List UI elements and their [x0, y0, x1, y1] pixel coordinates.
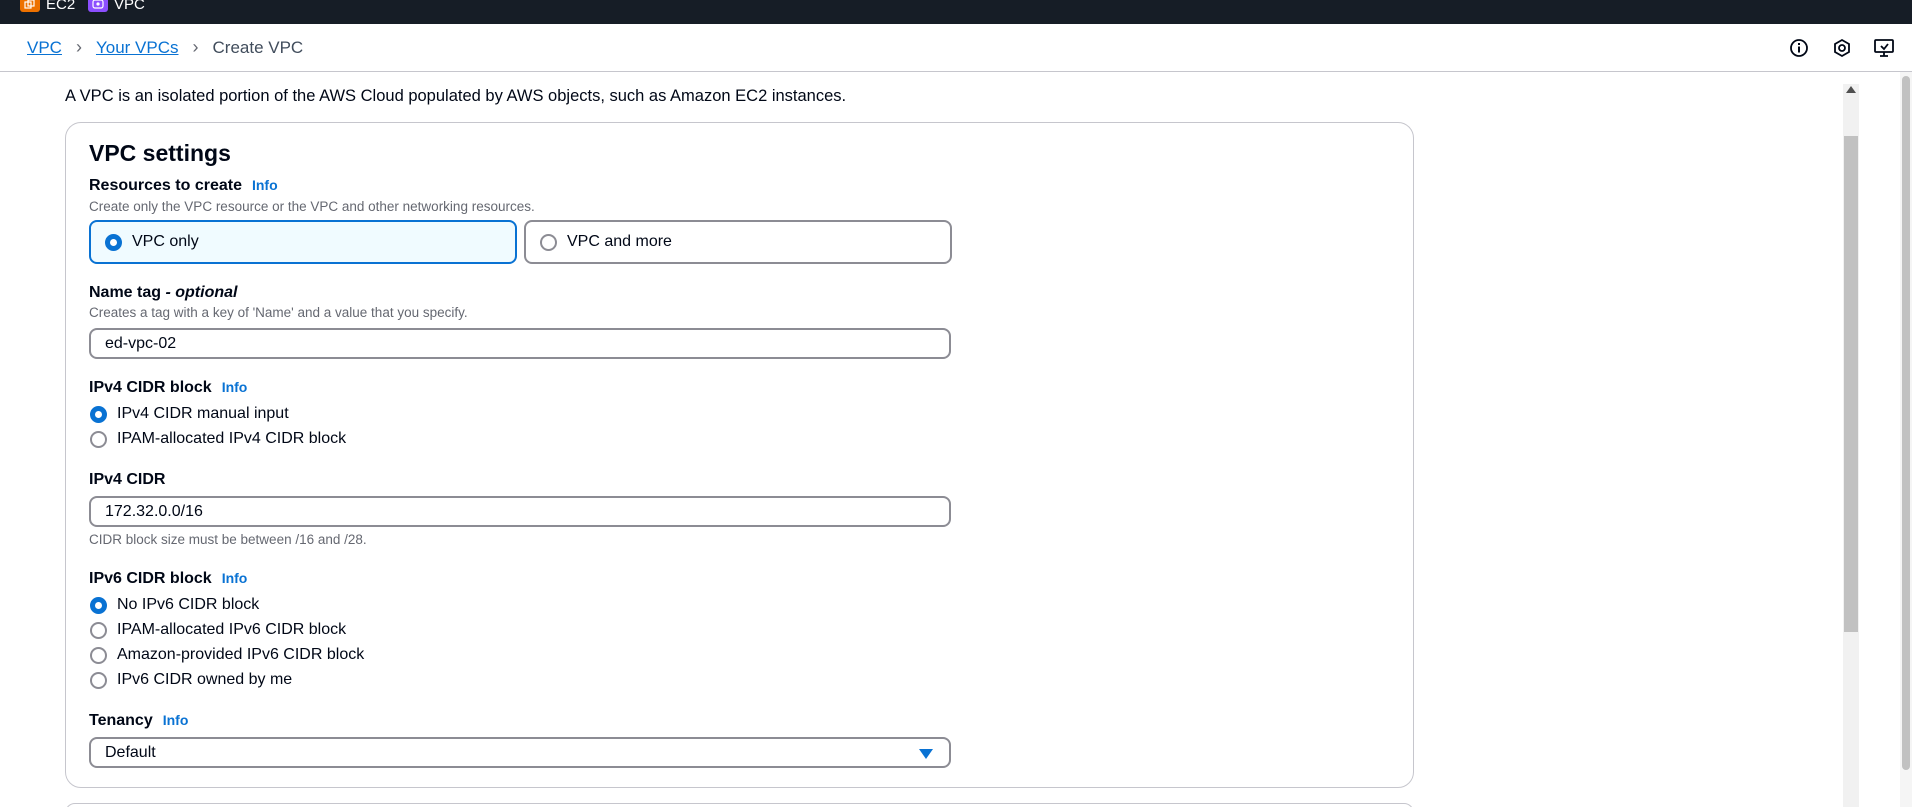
tenancy-select[interactable]: Default — [89, 737, 951, 768]
ipv4-block-info-link[interactable]: Info — [222, 379, 248, 395]
vpc-settings-heading: VPC settings — [89, 140, 231, 166]
ipv6-block-info-link[interactable]: Info — [222, 570, 248, 586]
name-tag-optional: - optional — [165, 284, 238, 301]
breadcrumb-vpc-link[interactable]: VPC — [27, 38, 62, 58]
ipv4-cidr-hint: CIDR block size must be between /16 and … — [89, 532, 367, 547]
tile-vpc-only[interactable]: VPC only — [89, 220, 517, 264]
tile-vpc-and-more[interactable]: VPC and more — [524, 220, 952, 264]
option-ipam-ipv4[interactable]: IPAM-allocated IPv4 CIDR block — [90, 430, 346, 448]
breadcrumb-your-vpcs-link[interactable]: Your VPCs — [96, 38, 179, 58]
ipv4-cidr-input[interactable]: 172.32.0.0/16 — [89, 496, 951, 527]
resources-info-link[interactable]: Info — [252, 177, 278, 193]
option-amazon-ipv6-label: Amazon-provided IPv6 CIDR block — [117, 646, 365, 663]
tile-vpc-and-more-label: VPC and more — [567, 233, 672, 250]
scroll-up-arrow-icon[interactable] — [1846, 86, 1856, 93]
favorite-ec2[interactable]: EC2 — [20, 0, 75, 14]
radio-ipv6-owned[interactable] — [90, 671, 107, 689]
option-ipv4-manual[interactable]: IPv4 CIDR manual input — [90, 405, 289, 423]
caret-down-icon — [919, 749, 933, 759]
name-tag-description: Creates a tag with a key of 'Name' and a… — [89, 305, 468, 320]
settings-hexagon-icon[interactable] — [1830, 36, 1854, 60]
info-icon[interactable] — [1787, 36, 1811, 60]
radio-ipv4-manual[interactable] — [90, 405, 107, 423]
content-scrollbar-thumb[interactable] — [1844, 136, 1858, 632]
chevron-right-icon: › — [75, 37, 82, 57]
resources-to-create-label: Resources to create Info — [89, 177, 278, 195]
option-ipam-ipv6-label: IPAM-allocated IPv6 CIDR block — [117, 621, 347, 638]
radio-amazon-ipv6[interactable] — [90, 646, 107, 664]
breadcrumb-current: Create VPC — [212, 37, 304, 57]
chevron-right-icon: › — [192, 37, 199, 57]
tenancy-label-text: Tenancy — [89, 712, 153, 729]
vpc-service-icon — [88, 0, 108, 12]
tutorial-panel-icon[interactable] — [1872, 36, 1896, 60]
radio-no-ipv6[interactable] — [90, 596, 107, 614]
option-ipam-ipv6[interactable]: IPAM-allocated IPv6 CIDR block — [90, 621, 346, 639]
name-tag-label: Name tag - optional — [89, 284, 237, 302]
top-navigation-bar: EC2 VPC — [0, 0, 1912, 24]
favorite-vpc[interactable]: VPC — [88, 0, 145, 14]
option-no-ipv6[interactable]: No IPv6 CIDR block — [90, 596, 259, 614]
ipv4-block-label-text: IPv4 CIDR block — [89, 379, 212, 396]
radio-vpc-only[interactable] — [105, 233, 122, 251]
resources-label-text: Resources to create — [89, 177, 242, 194]
page-scrollbar-thumb[interactable] — [1902, 76, 1910, 770]
resources-description: Create only the VPC resource or the VPC … — [89, 199, 535, 214]
favorite-vpc-label: VPC — [114, 0, 145, 13]
page-scrollbar[interactable] — [1900, 72, 1912, 807]
option-ipv4-manual-label: IPv4 CIDR manual input — [117, 405, 289, 422]
option-amazon-ipv6[interactable]: Amazon-provided IPv6 CIDR block — [90, 646, 364, 664]
name-tag-input[interactable]: ed-vpc-02 — [89, 328, 951, 359]
option-ipv6-owned-label: IPv6 CIDR owned by me — [117, 671, 293, 688]
ipv4-cidr-block-label: IPv4 CIDR block Info — [89, 379, 247, 397]
radio-ipam-ipv6[interactable] — [90, 621, 107, 639]
next-container — [65, 803, 1414, 807]
name-tag-label-text: Name tag — [89, 284, 162, 301]
ec2-service-icon — [20, 0, 40, 12]
tenancy-selected-value: Default — [105, 743, 156, 761]
option-no-ipv6-label: No IPv6 CIDR block — [117, 596, 260, 613]
content-scrollbar[interactable] — [1843, 84, 1859, 807]
option-ipam-ipv4-label: IPAM-allocated IPv4 CIDR block — [117, 430, 347, 447]
tenancy-label: Tenancy Info — [89, 712, 188, 730]
option-ipv6-owned[interactable]: IPv6 CIDR owned by me — [90, 671, 292, 689]
ipv6-cidr-block-label: IPv6 CIDR block Info — [89, 570, 247, 588]
page-description: A VPC is an isolated portion of the AWS … — [65, 87, 847, 105]
ipv6-block-label-text: IPv6 CIDR block — [89, 570, 212, 587]
tenancy-info-link[interactable]: Info — [163, 712, 189, 728]
radio-vpc-and-more[interactable] — [540, 233, 557, 251]
favorite-ec2-label: EC2 — [46, 0, 76, 13]
ipv4-cidr-label: IPv4 CIDR — [89, 471, 166, 488]
breadcrumb-bar: VPC › Your VPCs › Create VPC — [0, 24, 1912, 72]
radio-ipam-ipv4[interactable] — [90, 430, 107, 448]
breadcrumb: VPC › Your VPCs › Create VPC — [27, 37, 303, 58]
tile-vpc-only-label: VPC only — [132, 233, 199, 250]
